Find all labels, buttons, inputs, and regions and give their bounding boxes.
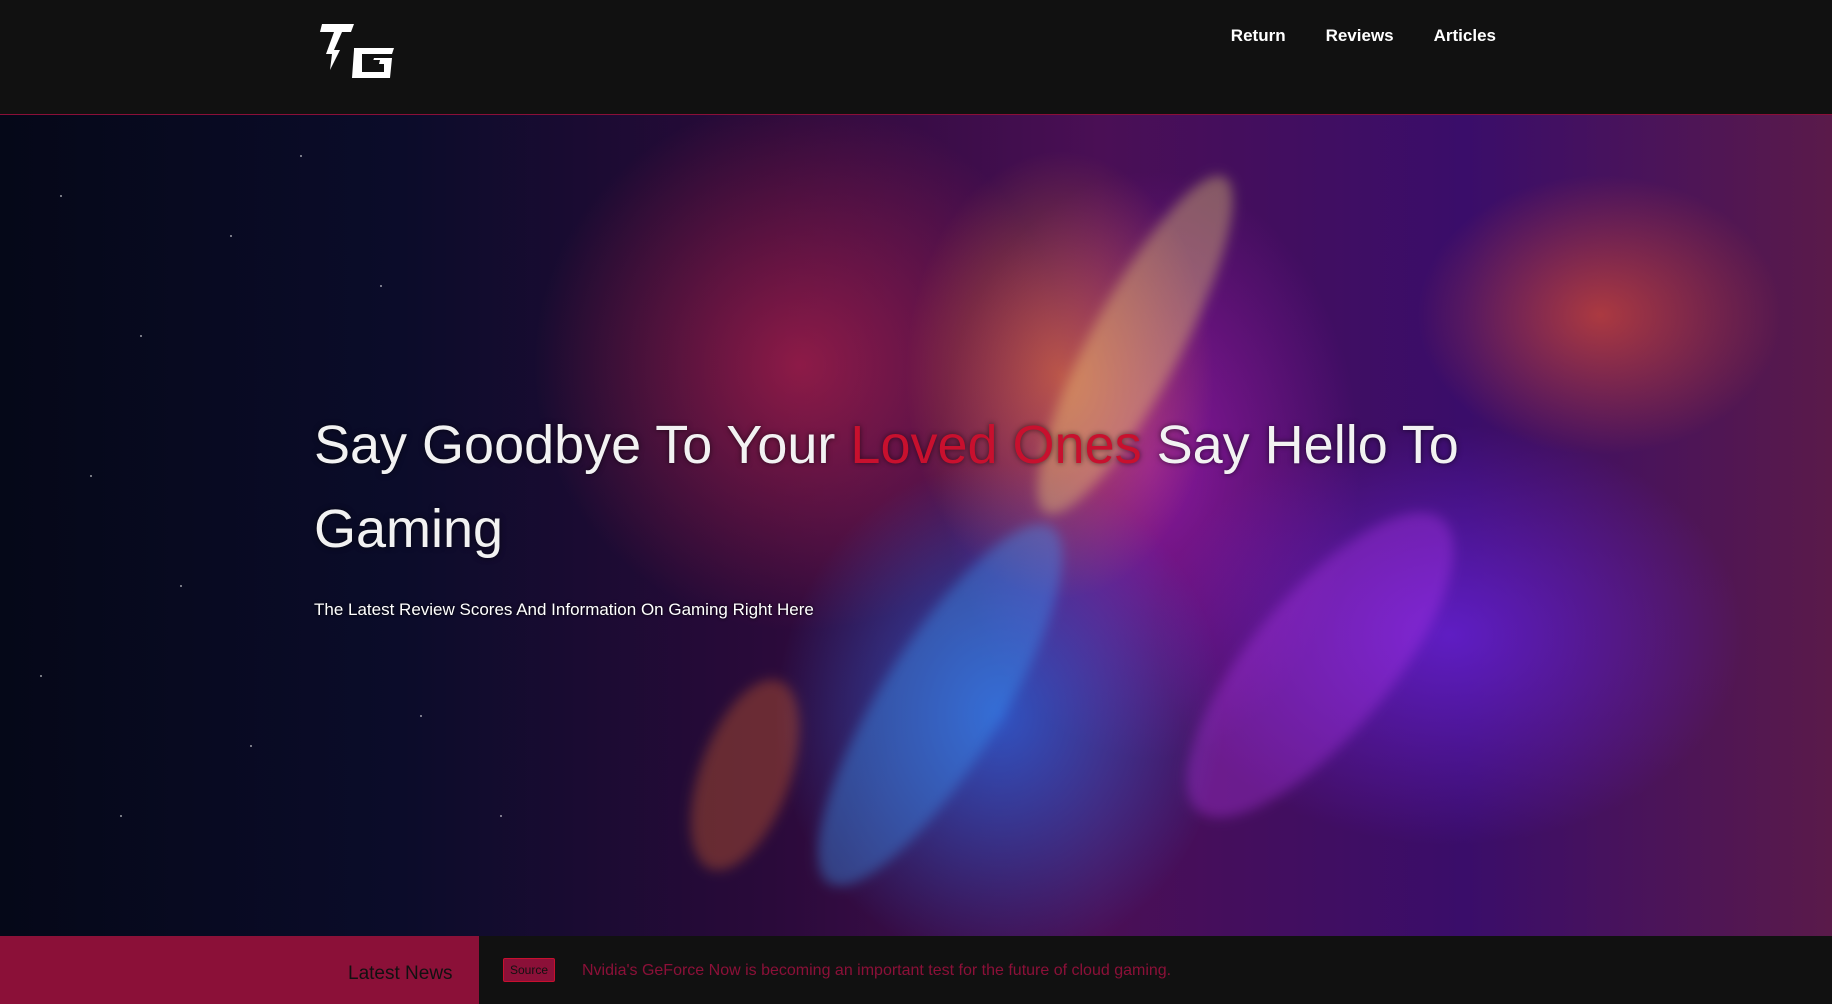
latest-news-bar: Latest News Source Nvidia's GeForce Now … [0, 936, 1832, 1004]
site-header: Return Reviews Articles [0, 0, 1832, 115]
hero-title-before: Say Goodbye To Your [314, 415, 851, 475]
hero-title: Say Goodbye To Your Loved Ones Say Hello… [314, 403, 1554, 571]
hero-subtitle: The Latest Review Scores And Information… [314, 600, 814, 619]
nav-return[interactable]: Return [1231, 26, 1286, 46]
nav-articles[interactable]: Articles [1434, 26, 1496, 46]
page: Return Reviews Articles Say Goodbye To Y… [0, 0, 1832, 1004]
hero-section: Say Goodbye To Your Loved Ones Say Hello… [0, 115, 1832, 936]
news-label: Latest News [348, 963, 453, 984]
tg-logo-icon[interactable] [318, 20, 396, 80]
news-headline-link[interactable]: Nvidia's GeForce Now is becoming an impo… [582, 962, 1171, 980]
hero-title-accent: Loved Ones [850, 415, 1142, 475]
main-nav: Return Reviews Articles [1231, 26, 1496, 46]
news-label-box: Latest News [0, 936, 479, 1004]
nav-reviews[interactable]: Reviews [1326, 26, 1394, 46]
source-button[interactable]: Source [503, 958, 556, 982]
logo-glyph [320, 24, 394, 78]
